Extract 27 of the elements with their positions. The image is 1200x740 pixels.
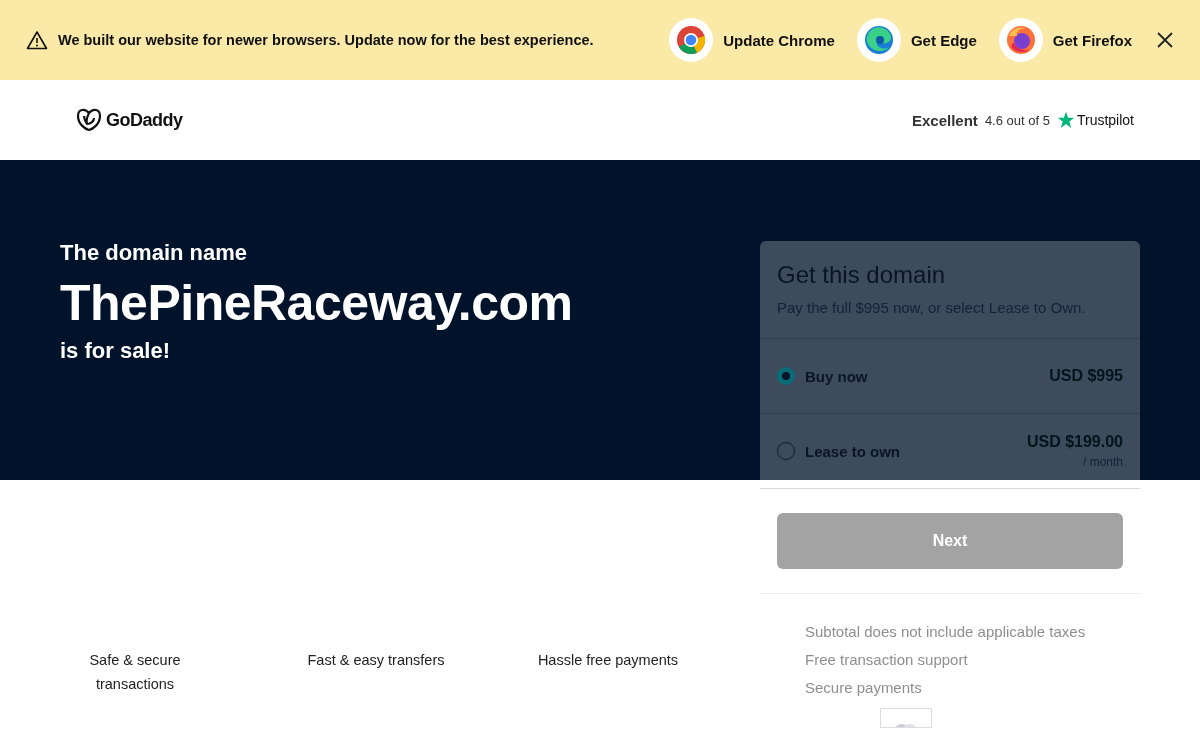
browser-logo-icon	[669, 18, 714, 62]
rating-label: Excellent	[912, 111, 978, 129]
browser-link[interactable]: Update Chrome	[669, 18, 835, 62]
rating-score: 4.6 out of 5	[984, 112, 1050, 128]
trustpilot-link[interactable]: Trustpilot	[1056, 111, 1134, 129]
browser-logo-icon	[856, 18, 901, 62]
browser-link[interactable]: Get Edge	[856, 18, 977, 62]
feature-text: Fast & easy transfers	[306, 651, 446, 670]
card-note: Free transaction support	[805, 650, 969, 670]
card-note: Subtotal does not include applicable taxes	[805, 622, 1087, 642]
hero-intro: The domain name	[60, 240, 249, 266]
feature-text: Hassle free payments	[536, 651, 680, 670]
logo-icon	[76, 108, 102, 132]
domain-name: ThePineRaceway.com	[60, 274, 573, 332]
payment-logo-icon	[880, 708, 932, 728]
card-note: Secure payments	[805, 678, 923, 698]
hero-outro: is for sale!	[60, 338, 172, 364]
banner-message: We built our website for newer browsers. Update now for the best experience.	[58, 32, 594, 48]
feature-text: Safe & secure transactions	[88, 651, 182, 694]
browser-logo-icon	[998, 18, 1043, 62]
star-icon	[1056, 111, 1075, 129]
warning-icon	[26, 30, 48, 50]
option-price: USD $199.00	[1026, 433, 1123, 451]
close-icon	[1156, 31, 1174, 49]
godaddy-logo[interactable]: GoDaddy	[76, 108, 183, 132]
option-price: USD $995	[1049, 367, 1123, 385]
browser-link[interactable]: Get Firefox	[998, 18, 1132, 62]
